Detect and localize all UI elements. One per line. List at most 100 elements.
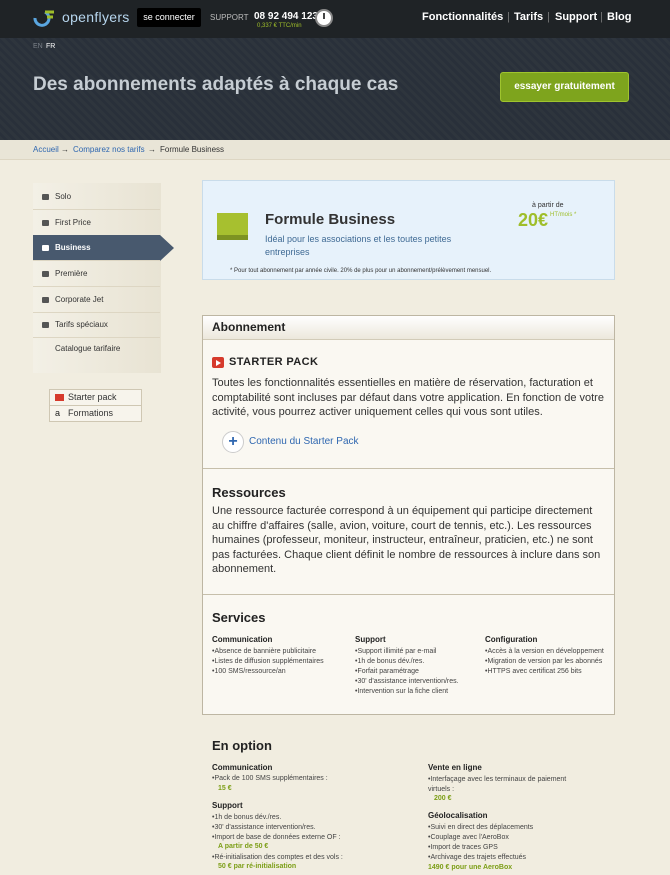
sidebar-item-first-price[interactable]: First Price [33, 210, 160, 236]
support-price: 0,337 € TTC/min [257, 23, 302, 29]
jet-icon [42, 297, 49, 303]
mini-box-label: Formations [68, 408, 114, 418]
services-support-title: Support [355, 635, 386, 644]
option-heading: En option [212, 738, 272, 753]
services-configuration-title: Configuration [485, 635, 538, 644]
sidebar-item-business[interactable]: Business [33, 235, 174, 261]
cube-icon [217, 213, 248, 240]
logo-text[interactable]: openflyers [62, 9, 130, 25]
option-geo-title: Géolocalisation [428, 811, 488, 820]
list-item: Import de traces GPS [428, 843, 598, 853]
ressources-heading: Ressources [212, 485, 286, 500]
option-vente-list: Interfaçage avec les terminaux de paieme… [428, 775, 588, 795]
starter-pack-link[interactable]: Starter pack [49, 389, 142, 406]
sidebar-item-tarifs-speciaux[interactable]: Tarifs spéciaux [33, 312, 160, 338]
option-price: A partir de 50 € [218, 843, 269, 850]
try-free-button[interactable]: essayer gratuitement [500, 72, 629, 102]
breadcrumb-arrow: → [61, 145, 69, 154]
option-vente-title: Vente en ligne [428, 763, 482, 772]
option-support-list-2: Ré-initialisation des comptes et des vol… [212, 853, 402, 863]
starter-pack-content-link[interactable]: Contenu du Starter Pack [249, 436, 359, 447]
list-item: Ré-initialisation des comptes et des vol… [212, 853, 402, 863]
nav-tarifs[interactable]: Tarifs [514, 11, 543, 23]
option-price: 15 € [218, 785, 232, 792]
list-item: Couplage avec l'AeroBox [428, 833, 598, 843]
sidebar-item-label: Tarifs spéciaux [55, 320, 108, 329]
list-item: 100 SMS/ressource/an [212, 667, 342, 677]
formula-banner [202, 180, 615, 280]
mini-box-label: Starter pack [68, 392, 117, 402]
sidebar-item-catalogue[interactable]: Catalogue tarifaire [55, 344, 120, 353]
play-icon [55, 394, 64, 401]
page-title: Des abonnements adaptés à chaque cas [33, 74, 399, 95]
list-item: Absence de bannière publicitaire [212, 647, 342, 657]
nav-support[interactable]: Support [555, 11, 597, 23]
sidebar-item-label: Solo [55, 192, 72, 201]
starter-pack-title: STARTER PACK [229, 356, 319, 368]
breadcrumb-current: Formule Business [160, 145, 225, 154]
support-phone: 08 92 494 123 [254, 11, 318, 22]
sidebar-item-label: First Price [55, 218, 91, 227]
sidebar-item-premiere[interactable]: Première [33, 261, 160, 287]
formula-title: Formule Business [265, 211, 396, 228]
support-label: SUPPORT [210, 13, 249, 22]
openflyers-logo-icon[interactable] [33, 9, 55, 27]
breadcrumb-compare[interactable]: Comparez nos tarifs [73, 145, 145, 154]
formula-price: 20€ [518, 210, 549, 230]
services-heading: Services [212, 610, 266, 625]
dollar-icon [42, 322, 49, 328]
option-price: 50 € par ré-initialisation [218, 863, 297, 870]
breadcrumb-home[interactable]: Accueil [33, 145, 59, 154]
sidebar-item-label: Business [55, 243, 91, 252]
plane-icon [42, 271, 49, 277]
nav-fonctionnalites[interactable]: Fonctionnalités [422, 11, 503, 23]
sidebar-item-corporate-jet[interactable]: Corporate Jet [33, 287, 160, 313]
sidebar-item-solo[interactable]: Solo [33, 184, 160, 210]
login-button[interactable]: se connecter [137, 8, 201, 27]
services-support-list: Support illimité par e-mail 1h de bonus … [355, 647, 470, 697]
services-communication-title: Communication [212, 635, 273, 644]
plane-icon [42, 245, 49, 251]
price-note: * Pour tout abonnement par année civile.… [230, 268, 492, 274]
sidebar-item-label: Corporate Jet [55, 295, 104, 304]
list-item: Suivi en direct des déplacements [428, 823, 598, 833]
list-item: 30' d'assistance intervention/res. [212, 823, 402, 833]
plane-icon [42, 194, 49, 200]
formations-link[interactable]: a Formations [49, 405, 142, 422]
divider [203, 594, 614, 595]
nav-blog[interactable]: Blog [607, 11, 631, 23]
option-support-title: Support [212, 801, 243, 810]
list-item: Pack de 100 SMS supplémentaires : [212, 774, 382, 784]
list-item: 1h de bonus dév./res. [355, 657, 470, 667]
lang-fr[interactable]: FR [46, 43, 55, 50]
lang-en[interactable]: EN [33, 43, 43, 50]
option-price: 1490 € pour une AeroBox [428, 864, 513, 871]
price-unit: HT/mois * [550, 212, 577, 218]
formula-subtitle: Idéal pour les associations et les toute… [265, 234, 452, 257]
services-configuration-list: Accès à la version en développement Migr… [485, 647, 605, 677]
list-item: 1h de bonus dév./res. [212, 813, 402, 823]
formations-icon: a [55, 408, 61, 418]
plus-icon[interactable]: + [222, 431, 244, 453]
nav-separator: | [507, 11, 510, 23]
list-item: 30' d'assistance intervention/res. [355, 677, 470, 687]
abonnement-heading: Abonnement [212, 320, 286, 334]
nav-separator: | [547, 11, 550, 23]
option-geo-list: Suivi en direct des déplacements Couplag… [428, 823, 598, 863]
list-item: Interfaçage avec les terminaux de paieme… [428, 775, 588, 795]
list-item: Forfait paramétrage [355, 667, 470, 677]
plane-icon [42, 220, 49, 226]
list-item: Import de base de données externe OF : [212, 833, 402, 843]
abonnement-text: Toutes les fonctionnalités essentielles … [212, 377, 604, 418]
list-item: Intervention sur la fiche client [355, 687, 470, 697]
divider [203, 468, 614, 469]
price-prefix: à partir de [532, 202, 564, 209]
list-item: Accès à la version en développement [485, 647, 605, 657]
list-item: Support illimité par e-mail [355, 647, 470, 657]
list-item: HTTPS avec certificat 256 bits [485, 667, 605, 677]
list-item: Listes de diffusion supplémentaires [212, 657, 342, 667]
list-item: Archivage des trajets effectués [428, 853, 598, 863]
breadcrumb-arrow: → [148, 145, 156, 154]
play-icon [212, 357, 224, 368]
ressources-text: Une ressource facturée correspond à un é… [212, 505, 601, 575]
